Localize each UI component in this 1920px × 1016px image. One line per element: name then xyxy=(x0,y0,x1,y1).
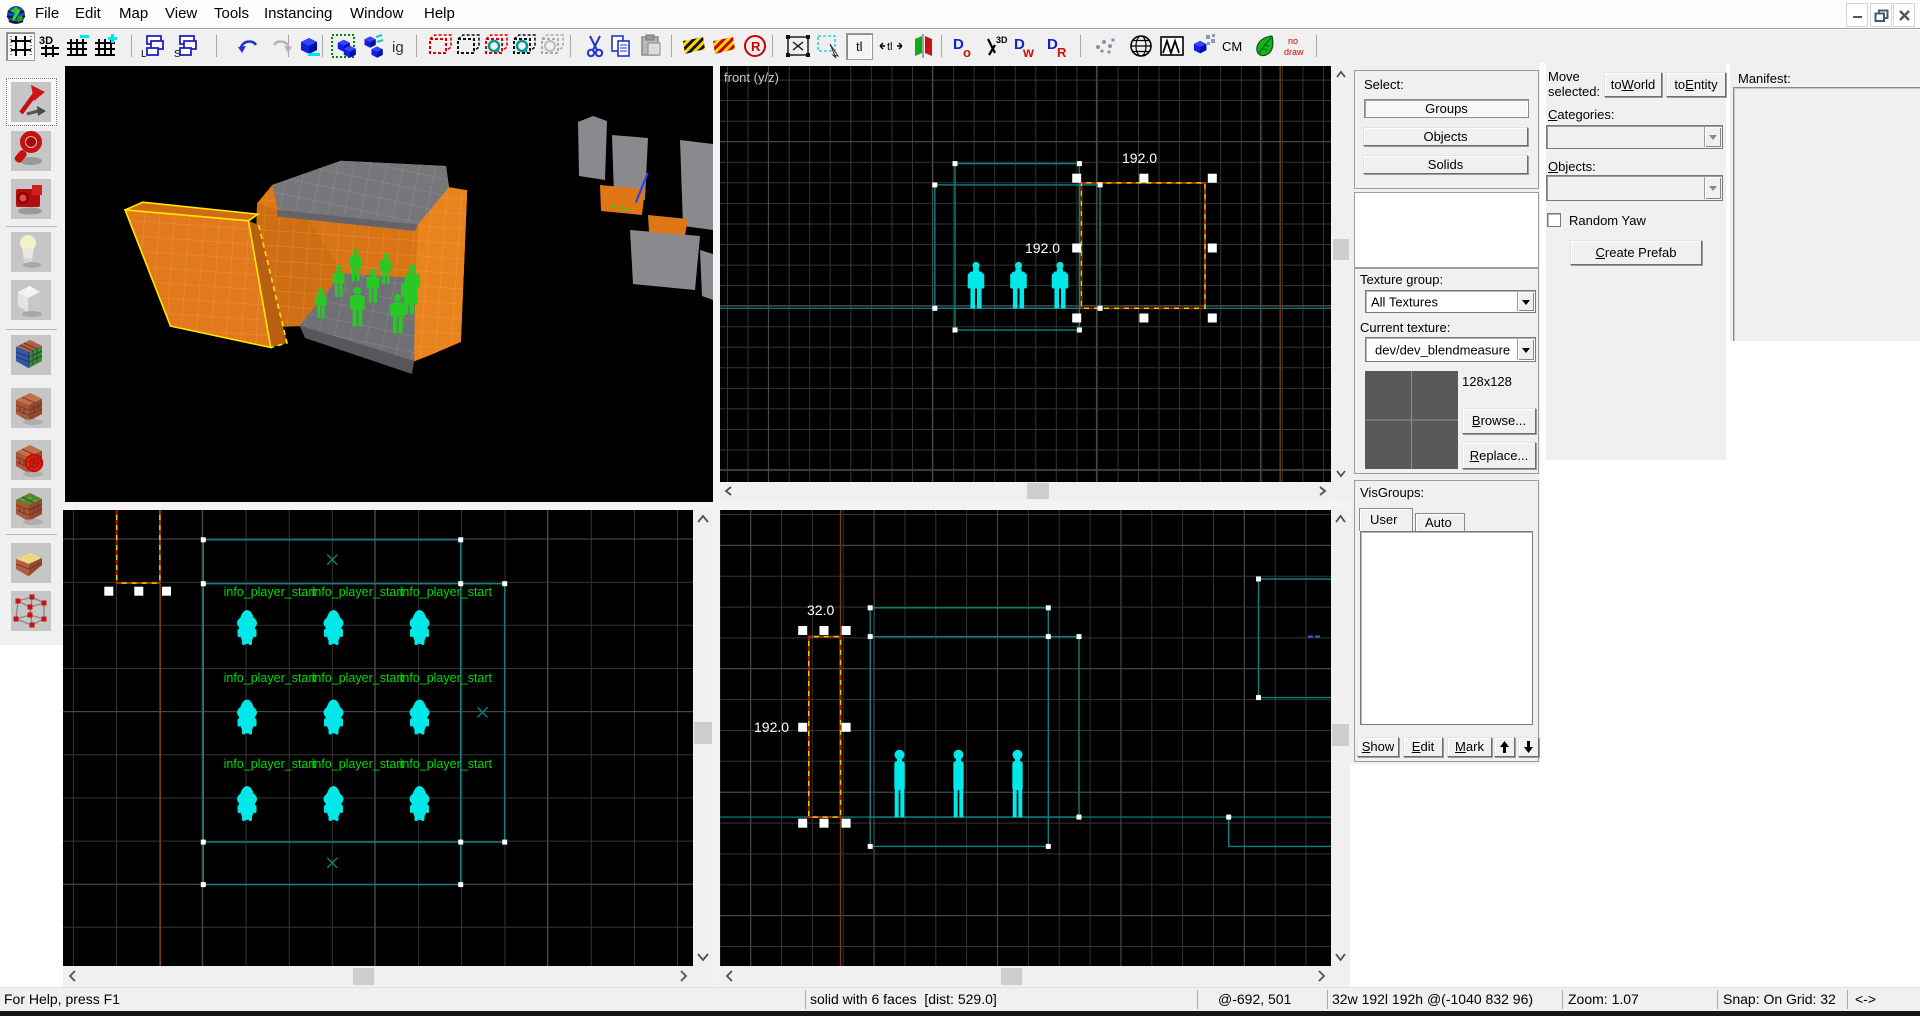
svg-text:192.0: 192.0 xyxy=(754,719,789,735)
svg-text:tl: tl xyxy=(887,41,893,53)
svg-text:info_player_start: info_player_start xyxy=(224,585,317,599)
svg-text:info_player_start: info_player_start xyxy=(224,671,317,685)
svg-text:192.0: 192.0 xyxy=(1122,150,1157,166)
svg-text:R: R xyxy=(751,39,761,54)
svg-text:info_player_start: info_player_start xyxy=(400,671,493,685)
svg-text:CM: CM xyxy=(1222,39,1242,54)
svg-text:ig: ig xyxy=(392,39,404,56)
svg-text:info_player_start: info_player_start xyxy=(224,757,317,771)
svg-text:192.0: 192.0 xyxy=(1025,240,1060,256)
svg-text:R: R xyxy=(1057,45,1067,59)
svg-text:tl: tl xyxy=(856,39,863,54)
svg-text:info_player_start: info_player_start xyxy=(312,585,405,599)
svg-text:info_player_start: info_player_start xyxy=(312,671,405,685)
svg-text:3D: 3D xyxy=(996,35,1008,45)
svg-text:info_player_start: info_player_start xyxy=(400,757,493,771)
svg-text:front (y/z): front (y/z) xyxy=(724,70,779,85)
svg-text:no: no xyxy=(1288,36,1298,46)
svg-text:draw: draw xyxy=(1284,47,1304,57)
svg-text:info_player_start: info_player_start xyxy=(400,585,493,599)
svg-text:32.0: 32.0 xyxy=(807,602,834,618)
svg-text:w: w xyxy=(1022,44,1034,59)
svg-text:o: o xyxy=(963,45,971,59)
svg-text:info_player_start: info_player_start xyxy=(312,757,405,771)
